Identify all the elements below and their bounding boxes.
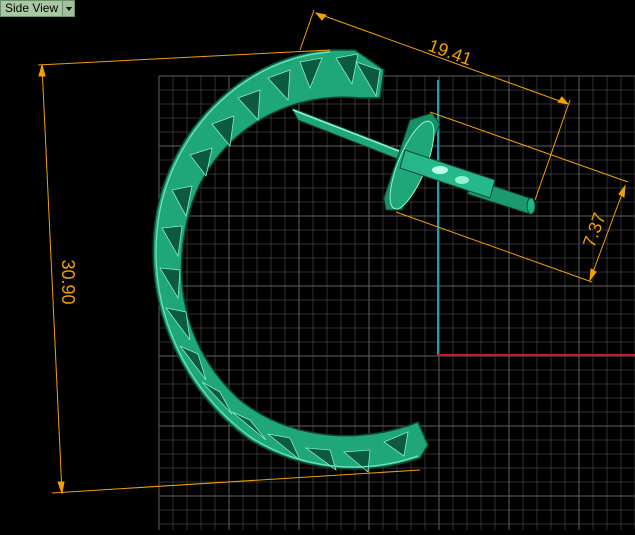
view-dropdown-button[interactable] bbox=[62, 1, 75, 16]
chevron-down-icon bbox=[65, 6, 72, 11]
viewport-canvas[interactable]: 19.41 30.90 7.37 bbox=[0, 0, 635, 530]
view-label[interactable]: Side View bbox=[1, 1, 62, 16]
dimension-top-label: 19.41 bbox=[425, 35, 474, 69]
earring-hoop[interactable] bbox=[152, 49, 429, 470]
dimension-left-label: 30.90 bbox=[58, 259, 78, 304]
earring-model[interactable] bbox=[152, 49, 536, 473]
view-selector[interactable]: Side View bbox=[0, 0, 76, 17]
hoop-highlight bbox=[155, 51, 419, 468]
gem-facets bbox=[159, 53, 409, 473]
cad-viewport[interactable]: 19.41 30.90 7.37 Side View bbox=[0, 0, 635, 530]
